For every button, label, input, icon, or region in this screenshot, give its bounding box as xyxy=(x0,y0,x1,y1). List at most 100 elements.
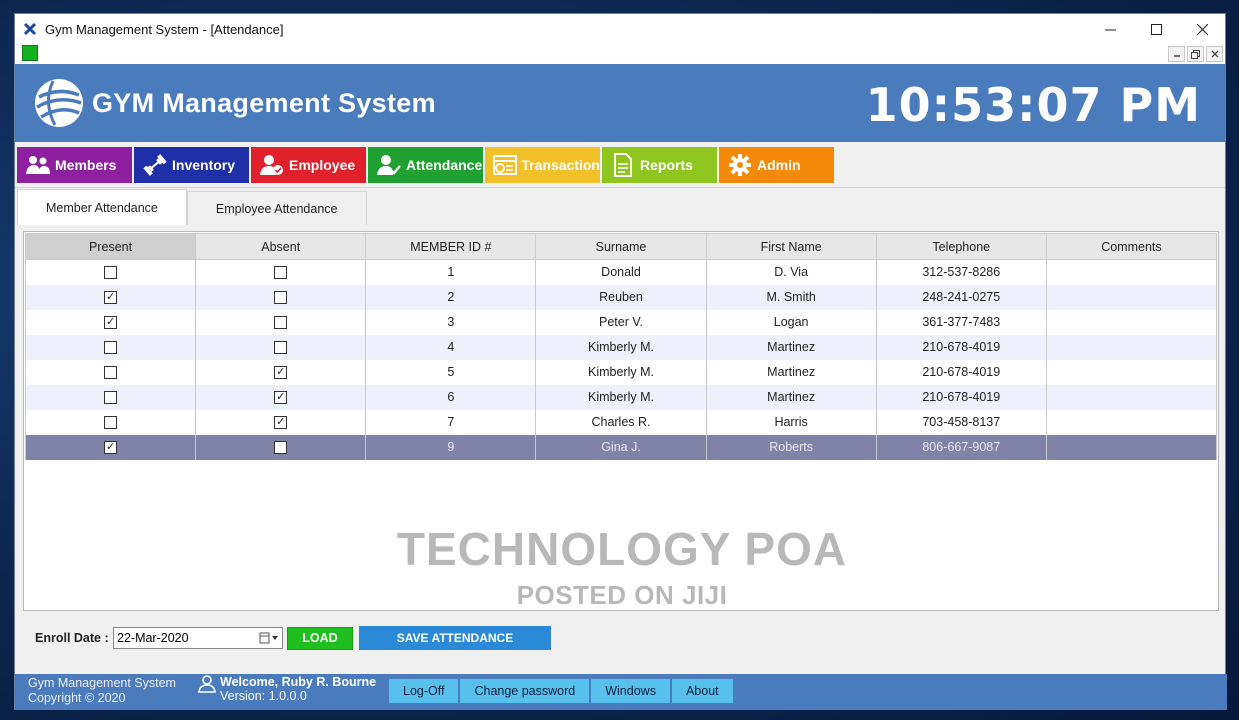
surname-cell[interactable]: Kimberly M. xyxy=(535,334,707,360)
surname-cell[interactable]: Donald xyxy=(535,259,707,285)
telephone-cell[interactable]: 703-458-8137 xyxy=(875,409,1047,435)
nav-members-button[interactable]: Members xyxy=(17,146,132,183)
maximize-button[interactable] xyxy=(1133,14,1179,44)
absent-checkbox[interactable]: ✓ xyxy=(274,366,288,380)
comments-cell[interactable] xyxy=(1045,409,1218,435)
mdi-close-button[interactable] xyxy=(1206,46,1223,62)
nav-employee-button[interactable]: Employee xyxy=(251,146,366,183)
telephone-cell[interactable]: 210-678-4019 xyxy=(875,334,1047,360)
member-id-cell[interactable]: 6 xyxy=(365,384,537,410)
telephone-cell[interactable]: 806-667-9087 xyxy=(875,434,1047,460)
mdi-restore-button[interactable] xyxy=(1187,46,1204,62)
surname-cell[interactable]: Gina J. xyxy=(535,434,707,460)
member-id-cell[interactable]: 9 xyxy=(365,434,537,460)
change-password-button[interactable]: Change password xyxy=(460,679,590,703)
comments-cell[interactable] xyxy=(1045,259,1218,285)
present-checkbox[interactable] xyxy=(104,366,118,380)
tab-member-attendance[interactable]: Member Attendance xyxy=(17,189,187,225)
present-checkbox[interactable] xyxy=(104,391,118,405)
nav-label: Members xyxy=(55,156,117,173)
present-checkbox[interactable]: ✓ xyxy=(104,316,118,330)
save-attendance-button[interactable]: SAVE ATTENDANCE xyxy=(359,626,551,650)
comments-cell[interactable] xyxy=(1045,384,1218,410)
window-title: Gym Management System - [Attendance] xyxy=(45,21,284,37)
clock: 10:53:07 PM xyxy=(865,78,1201,132)
column-header-present[interactable]: Present xyxy=(24,233,197,260)
member-id-cell[interactable]: 5 xyxy=(365,359,537,385)
absent-checkbox[interactable] xyxy=(274,316,288,330)
close-button[interactable] xyxy=(1179,14,1225,44)
minimize-button[interactable] xyxy=(1087,14,1133,44)
about-button[interactable]: About xyxy=(671,679,733,703)
mdi-minimize-button[interactable] xyxy=(1168,46,1185,62)
nav-transaction-button[interactable]: Transaction xyxy=(485,146,600,183)
comments-cell[interactable] xyxy=(1045,284,1218,310)
first-name-cell[interactable]: Roberts xyxy=(705,434,877,460)
column-header-comments[interactable]: Comments xyxy=(1045,233,1218,260)
table-row[interactable]: ✓ 7 Charles R. Harris 703-458-8137 xyxy=(24,409,1218,435)
status-app-info: Gym Management System Copyright © 2020 xyxy=(28,676,176,706)
first-name-cell[interactable]: Martinez xyxy=(705,384,877,410)
absent-checkbox[interactable] xyxy=(274,341,288,355)
dumbbell-icon xyxy=(142,153,168,177)
table-row[interactable]: ✓ 2 Reuben M. Smith 248-241-0275 xyxy=(24,284,1218,310)
member-id-cell[interactable]: 1 xyxy=(365,259,537,285)
member-id-cell[interactable]: 3 xyxy=(365,309,537,335)
present-checkbox[interactable] xyxy=(104,266,118,280)
first-name-cell[interactable]: Harris xyxy=(705,409,877,435)
column-header-surname[interactable]: Surname xyxy=(535,233,707,260)
member-id-cell[interactable]: 7 xyxy=(365,409,537,435)
enroll-date-picker[interactable]: 22-Mar-2020 xyxy=(113,627,283,649)
calendar-dropdown-icon[interactable] xyxy=(258,630,280,646)
absent-checkbox[interactable] xyxy=(274,266,288,280)
first-name-cell[interactable]: Martinez xyxy=(705,334,877,360)
telephone-cell[interactable]: 248-241-0275 xyxy=(875,284,1047,310)
telephone-cell[interactable]: 210-678-4019 xyxy=(875,359,1047,385)
member-id-cell[interactable]: 2 xyxy=(365,284,537,310)
surname-cell[interactable]: Peter V. xyxy=(535,309,707,335)
comments-cell[interactable] xyxy=(1045,359,1218,385)
table-row[interactable]: ✓ 5 Kimberly M. Martinez 210-678-4019 xyxy=(24,359,1218,385)
first-name-cell[interactable]: D. Via xyxy=(705,259,877,285)
first-name-cell[interactable]: M. Smith xyxy=(705,284,877,310)
column-header-telephone[interactable]: Telephone xyxy=(875,233,1047,260)
absent-checkbox[interactable] xyxy=(274,441,288,455)
absent-checkbox[interactable] xyxy=(274,291,288,305)
app-name: GYM Management System xyxy=(92,87,436,118)
column-header-member-id[interactable]: MEMBER ID # xyxy=(365,233,537,260)
table-row[interactable]: ✓ 3 Peter V. Logan 361-377-7483 xyxy=(24,309,1218,335)
nav-attendance-button[interactable]: Attendance xyxy=(368,146,483,183)
logoff-button[interactable]: Log-Off xyxy=(389,679,459,703)
telephone-cell[interactable]: 210-678-4019 xyxy=(875,384,1047,410)
surname-cell[interactable]: Kimberly M. xyxy=(535,359,707,385)
table-row[interactable]: 1 Donald D. Via 312-537-8286 xyxy=(24,259,1218,285)
absent-checkbox[interactable]: ✓ xyxy=(274,391,288,405)
tab-employee-attendance[interactable]: Employee Attendance xyxy=(186,191,367,225)
table-row[interactable]: ✓ 9 Gina J. Roberts 806-667-9087 xyxy=(24,434,1218,460)
absent-checkbox[interactable]: ✓ xyxy=(274,416,288,430)
telephone-cell[interactable]: 312-537-8286 xyxy=(875,259,1047,285)
first-name-cell[interactable]: Martinez xyxy=(705,359,877,385)
surname-cell[interactable]: Charles R. xyxy=(535,409,707,435)
present-checkbox[interactable]: ✓ xyxy=(104,291,118,305)
comments-cell[interactable] xyxy=(1045,334,1218,360)
present-checkbox[interactable] xyxy=(104,341,118,355)
nav-admin-button[interactable]: Admin xyxy=(719,146,834,183)
telephone-cell[interactable]: 361-377-7483 xyxy=(875,309,1047,335)
present-checkbox[interactable]: ✓ xyxy=(104,441,118,455)
nav-inventory-button[interactable]: Inventory xyxy=(134,146,249,183)
nav-reports-button[interactable]: Reports xyxy=(602,146,717,183)
column-header-absent[interactable]: Absent xyxy=(195,233,367,260)
comments-cell[interactable] xyxy=(1045,434,1218,460)
surname-cell[interactable]: Kimberly M. xyxy=(535,384,707,410)
table-row[interactable]: 4 Kimberly M. Martinez 210-678-4019 xyxy=(24,334,1218,360)
table-row[interactable]: ✓ 6 Kimberly M. Martinez 210-678-4019 xyxy=(24,384,1218,410)
windows-button[interactable]: Windows xyxy=(591,679,670,703)
first-name-cell[interactable]: Logan xyxy=(705,309,877,335)
load-button[interactable]: LOAD xyxy=(287,626,353,650)
present-checkbox[interactable] xyxy=(104,416,118,430)
column-header-first-name[interactable]: First Name xyxy=(705,233,877,260)
surname-cell[interactable]: Reuben xyxy=(535,284,707,310)
comments-cell[interactable] xyxy=(1045,309,1218,335)
member-id-cell[interactable]: 4 xyxy=(365,334,537,360)
